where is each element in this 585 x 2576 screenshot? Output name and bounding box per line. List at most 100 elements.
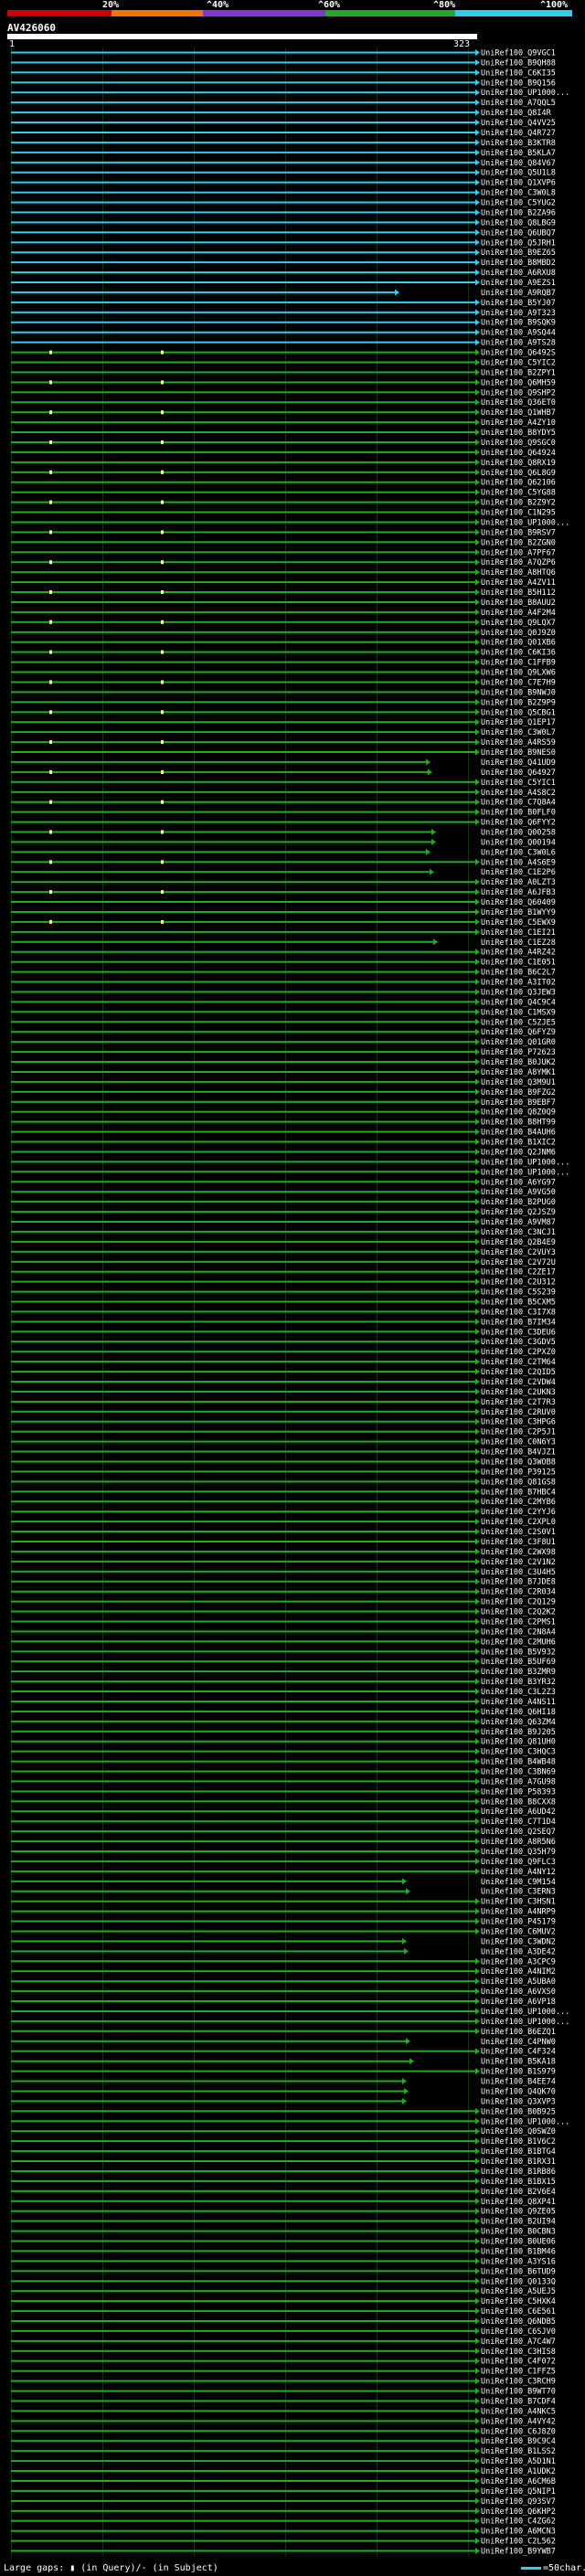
hit-label[interactable]: UniRef100_B2ZPY1 — [481, 368, 556, 377]
hit-label[interactable]: UniRef100_C3ERN3 — [481, 1888, 556, 1897]
hit-label[interactable]: UniRef100_C2N8A4 — [481, 1627, 556, 1637]
hit-label[interactable]: UniRef100_C3W0L6 — [481, 848, 556, 857]
hit-label[interactable]: UniRef100_Q8XP41 — [481, 2198, 556, 2207]
hit-label[interactable]: UniRef100_Q6492S — [481, 349, 556, 358]
hit-label[interactable]: UniRef100_Q6MH59 — [481, 378, 556, 387]
hit-label[interactable]: UniRef100_C9M154 — [481, 1878, 556, 1887]
hit-label[interactable]: UniRef100_A4ZV11 — [481, 578, 556, 588]
hit-label[interactable]: UniRef100_A6VP18 — [481, 1998, 556, 2007]
hit-label[interactable]: UniRef100_Q3XVP3 — [481, 2097, 556, 2106]
hit-label[interactable]: UniRef100_C3WDN2 — [481, 1937, 556, 1946]
hit-label[interactable]: UniRef100_C0N6Y3 — [481, 1438, 556, 1447]
hit-label[interactable]: UniRef100_A7QZP6 — [481, 558, 556, 567]
hit-label[interactable]: UniRef100_B9QH88 — [481, 58, 556, 68]
hit-label[interactable]: UniRef100_UP1000... — [481, 2117, 569, 2126]
hit-label[interactable]: UniRef100_Q41UD9 — [481, 758, 556, 768]
hit-label[interactable]: UniRef100_C1EI21 — [481, 928, 556, 938]
hit-label[interactable]: UniRef100_B1BM46 — [481, 2247, 556, 2256]
hit-label[interactable]: UniRef100_A4S6E9 — [481, 858, 556, 867]
hit-label[interactable]: UniRef100_A6JFB3 — [481, 888, 556, 897]
hit-label[interactable]: UniRef100_A4NRP9 — [481, 1908, 556, 1917]
hit-label[interactable]: UniRef100_Q01GR0 — [481, 1038, 556, 1047]
hit-label[interactable]: UniRef100_B5CXM5 — [481, 1299, 556, 1308]
hit-label[interactable]: UniRef100_P39125 — [481, 1468, 556, 1477]
hit-label[interactable]: UniRef100_B9RSV7 — [481, 528, 556, 537]
hit-label[interactable]: UniRef100_UP1000... — [481, 1158, 569, 1167]
hit-label[interactable]: UniRef100_B2Z9Y2 — [481, 499, 556, 508]
hit-label[interactable]: UniRef100_C5YIC1 — [481, 779, 556, 788]
hit-label[interactable]: UniRef100_C3HPG6 — [481, 1418, 556, 1427]
hit-label[interactable]: UniRef100_B5H112 — [481, 588, 556, 598]
hit-label[interactable]: UniRef100_Q4QK70 — [481, 2088, 556, 2097]
hit-label[interactable]: UniRef100_Q9VGC1 — [481, 49, 556, 58]
hit-label[interactable]: UniRef100_C6SJV0 — [481, 2327, 556, 2337]
hit-label[interactable]: UniRef100_UP1000... — [481, 2018, 569, 2027]
hit-label[interactable]: UniRef100_C3F8U1 — [481, 1538, 556, 1547]
hit-label[interactable]: UniRef100_C2T7R3 — [481, 1398, 556, 1407]
hit-label[interactable]: UniRef100_C4F072 — [481, 2358, 556, 2367]
hit-label[interactable]: UniRef100_A4NY12 — [481, 1868, 556, 1877]
hit-label[interactable]: UniRef100_Q9LXW6 — [481, 669, 556, 678]
hit-label[interactable]: UniRef100_C2PXZ0 — [481, 1348, 556, 1357]
hit-label[interactable]: UniRef100_Q9ZE05 — [481, 2208, 556, 2217]
hit-label[interactable]: UniRef100_Q9FLC3 — [481, 1858, 556, 1867]
hit-label[interactable]: UniRef100_A4NS11 — [481, 1698, 556, 1707]
hit-label[interactable]: UniRef100_B2ZA96 — [481, 208, 556, 217]
hit-label[interactable]: UniRef100_C2XPL0 — [481, 1518, 556, 1527]
hit-label[interactable]: UniRef100_B2UI94 — [481, 2218, 556, 2227]
hit-label[interactable]: UniRef100_Q35H79 — [481, 1848, 556, 1857]
hit-label[interactable]: UniRef100_Q5U1L8 — [481, 169, 556, 178]
hit-label[interactable]: UniRef100_Q84V67 — [481, 159, 556, 168]
hit-label[interactable]: UniRef100_A8YMK1 — [481, 1068, 556, 1077]
hit-label[interactable]: UniRef100_Q63ZM4 — [481, 1718, 556, 1727]
hit-label[interactable]: UniRef100_A5UEJ5 — [481, 2287, 556, 2296]
hit-label[interactable]: UniRef100_Q6FYY2 — [481, 819, 556, 828]
hit-label[interactable]: UniRef100_B1LSS2 — [481, 2447, 556, 2456]
hit-label[interactable]: UniRef100_B7JDE8 — [481, 1578, 556, 1587]
hit-label[interactable]: UniRef100_C2VDW4 — [481, 1378, 556, 1387]
hit-label[interactable]: UniRef100_B5V932 — [481, 1648, 556, 1657]
hit-label[interactable]: UniRef100_C3W0L8 — [481, 189, 556, 198]
hit-label[interactable]: UniRef100_UP1000... — [481, 89, 569, 98]
hit-label[interactable]: UniRef100_B0B925 — [481, 2107, 556, 2116]
hit-label[interactable]: UniRef100_C3NCJ1 — [481, 1228, 556, 1237]
hit-label[interactable]: UniRef100_A4NKC5 — [481, 2407, 556, 2416]
hit-label[interactable]: UniRef100_Q0SWZ0 — [481, 2127, 556, 2136]
hit-label[interactable]: UniRef100_A6CM6B — [481, 2477, 556, 2486]
hit-label[interactable]: UniRef100_C2UKN3 — [481, 1388, 556, 1397]
hit-label[interactable]: UniRef100_C3HQC3 — [481, 1748, 556, 1757]
hit-label[interactable]: UniRef100_C3W0L7 — [481, 728, 556, 737]
hit-label[interactable]: UniRef100_B9FZG2 — [481, 1088, 556, 1097]
hit-label[interactable]: UniRef100_A6VXS0 — [481, 1988, 556, 1997]
hit-label[interactable]: UniRef100_A9RQB7 — [481, 289, 556, 298]
hit-label[interactable]: UniRef100_C4PNW0 — [481, 2038, 556, 2047]
hit-label[interactable]: UniRef100_Q2SEQ7 — [481, 1828, 556, 1837]
hit-label[interactable]: UniRef100_C6KI36 — [481, 649, 556, 658]
hit-label[interactable]: UniRef100_A7QQL5 — [481, 99, 556, 108]
hit-label[interactable]: UniRef100_C3DEU6 — [481, 1328, 556, 1337]
hit-label[interactable]: UniRef100_A6MCN3 — [481, 2528, 556, 2537]
hit-label[interactable]: UniRef100_A1UDK2 — [481, 2467, 556, 2476]
hit-label[interactable]: UniRef100_C5HXK4 — [481, 2297, 556, 2306]
hit-label[interactable]: UniRef100_C2MYB6 — [481, 1498, 556, 1507]
hit-label[interactable]: UniRef100_C2P5J1 — [481, 1428, 556, 1437]
hit-label[interactable]: UniRef100_Q4VV25 — [481, 119, 556, 128]
hit-label[interactable]: UniRef100_B3ZMR9 — [481, 1668, 556, 1677]
hit-label[interactable]: UniRef100_B9EBF7 — [481, 1098, 556, 1108]
hit-label[interactable]: UniRef100_C1MSX9 — [481, 1008, 556, 1017]
hit-label[interactable]: UniRef100_C5S239 — [481, 1288, 556, 1298]
hit-label[interactable]: UniRef100_C7T1D4 — [481, 1818, 556, 1827]
hit-label[interactable]: UniRef100_A9TS28 — [481, 339, 556, 348]
hit-label[interactable]: UniRef100_Q60409 — [481, 898, 556, 907]
hit-label[interactable]: UniRef100_B0JUK2 — [481, 1058, 556, 1067]
hit-label[interactable]: UniRef100_A4NIM2 — [481, 1967, 556, 1977]
hit-label[interactable]: UniRef100_B1S979 — [481, 2068, 556, 2077]
hit-label[interactable]: UniRef100_P45179 — [481, 1918, 556, 1927]
hit-label[interactable]: UniRef100_B4VJZ1 — [481, 1448, 556, 1458]
hit-label[interactable]: UniRef100_C2V1N2 — [481, 1558, 556, 1567]
hit-label[interactable]: UniRef100_Q8I4R — [481, 109, 552, 118]
hit-label[interactable]: UniRef100_A0LZT3 — [481, 878, 556, 887]
hit-label[interactable]: UniRef100_B6TUD9 — [481, 2267, 556, 2276]
hit-label[interactable]: UniRef100_C2Q129 — [481, 1598, 556, 1607]
hit-label[interactable]: UniRef100_Q3JEW3 — [481, 989, 556, 998]
